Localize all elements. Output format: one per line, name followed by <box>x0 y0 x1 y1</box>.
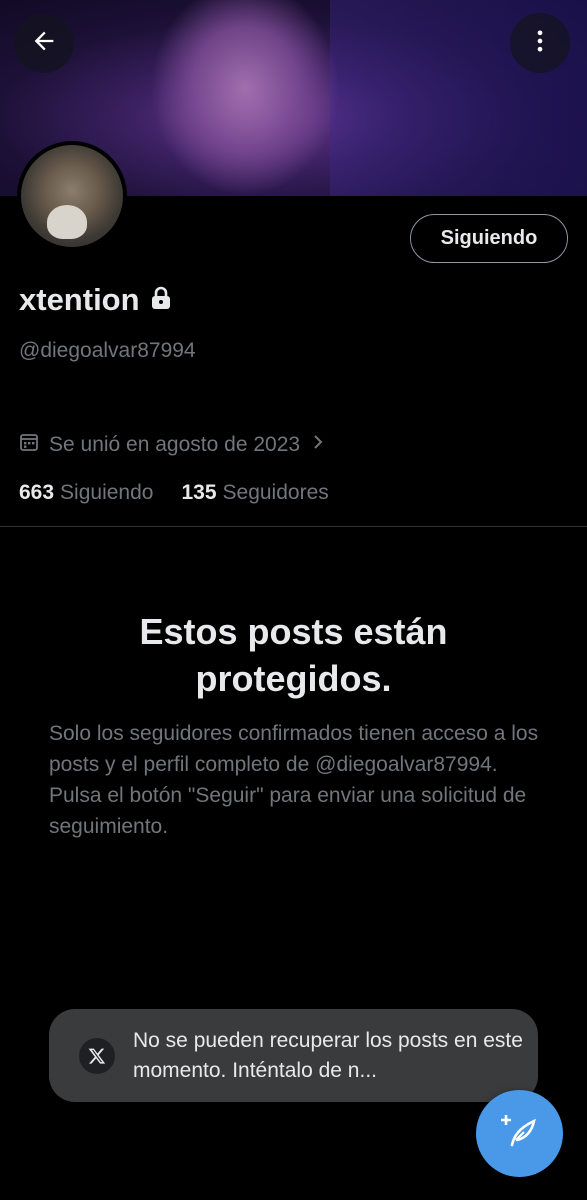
protected-message: Solo los seguidores confirmados tienen a… <box>49 722 539 838</box>
followers-stat[interactable]: 135 Seguidores <box>181 481 328 505</box>
joined-date-text: Se unió en agosto de 2023 <box>49 433 301 456</box>
more-options-button[interactable] <box>510 13 570 73</box>
divider <box>0 526 587 527</box>
following-stat[interactable]: 663 Siguiendo <box>19 481 153 505</box>
following-button[interactable]: Siguiendo <box>410 214 568 263</box>
compose-post-button[interactable] <box>476 1090 563 1177</box>
calendar-icon <box>19 432 39 458</box>
follow-stats: 663 Siguiendo 135 Seguidores <box>19 481 329 505</box>
avatar[interactable] <box>17 141 127 251</box>
display-name: xtention <box>19 282 140 317</box>
following-count: 663 <box>19 481 55 504</box>
protected-title: Estos posts están protegidos. <box>139 611 448 699</box>
arrow-left-icon <box>30 27 58 60</box>
lock-icon <box>150 286 172 315</box>
compose-post-icon <box>500 1111 540 1156</box>
name-row: xtention <box>19 282 172 318</box>
avatar-image <box>21 145 123 247</box>
x-logo-icon <box>79 1037 115 1074</box>
following-label: Siguiendo <box>60 481 154 504</box>
error-toast: No se pueden recuperar los posts en este… <box>49 1009 538 1102</box>
toast-message: No se pueden recuperar los posts en este… <box>133 1028 523 1082</box>
joined-date-row[interactable]: Se unió en agosto de 2023 <box>19 432 326 458</box>
chevron-right-icon <box>310 433 326 457</box>
banner-figure <box>150 0 340 196</box>
more-vertical-icon <box>526 27 554 60</box>
followers-label: Seguidores <box>222 481 329 504</box>
handle: @diegoalvar87994 <box>19 339 196 362</box>
back-button[interactable] <box>14 13 74 73</box>
followers-count: 135 <box>181 481 217 504</box>
